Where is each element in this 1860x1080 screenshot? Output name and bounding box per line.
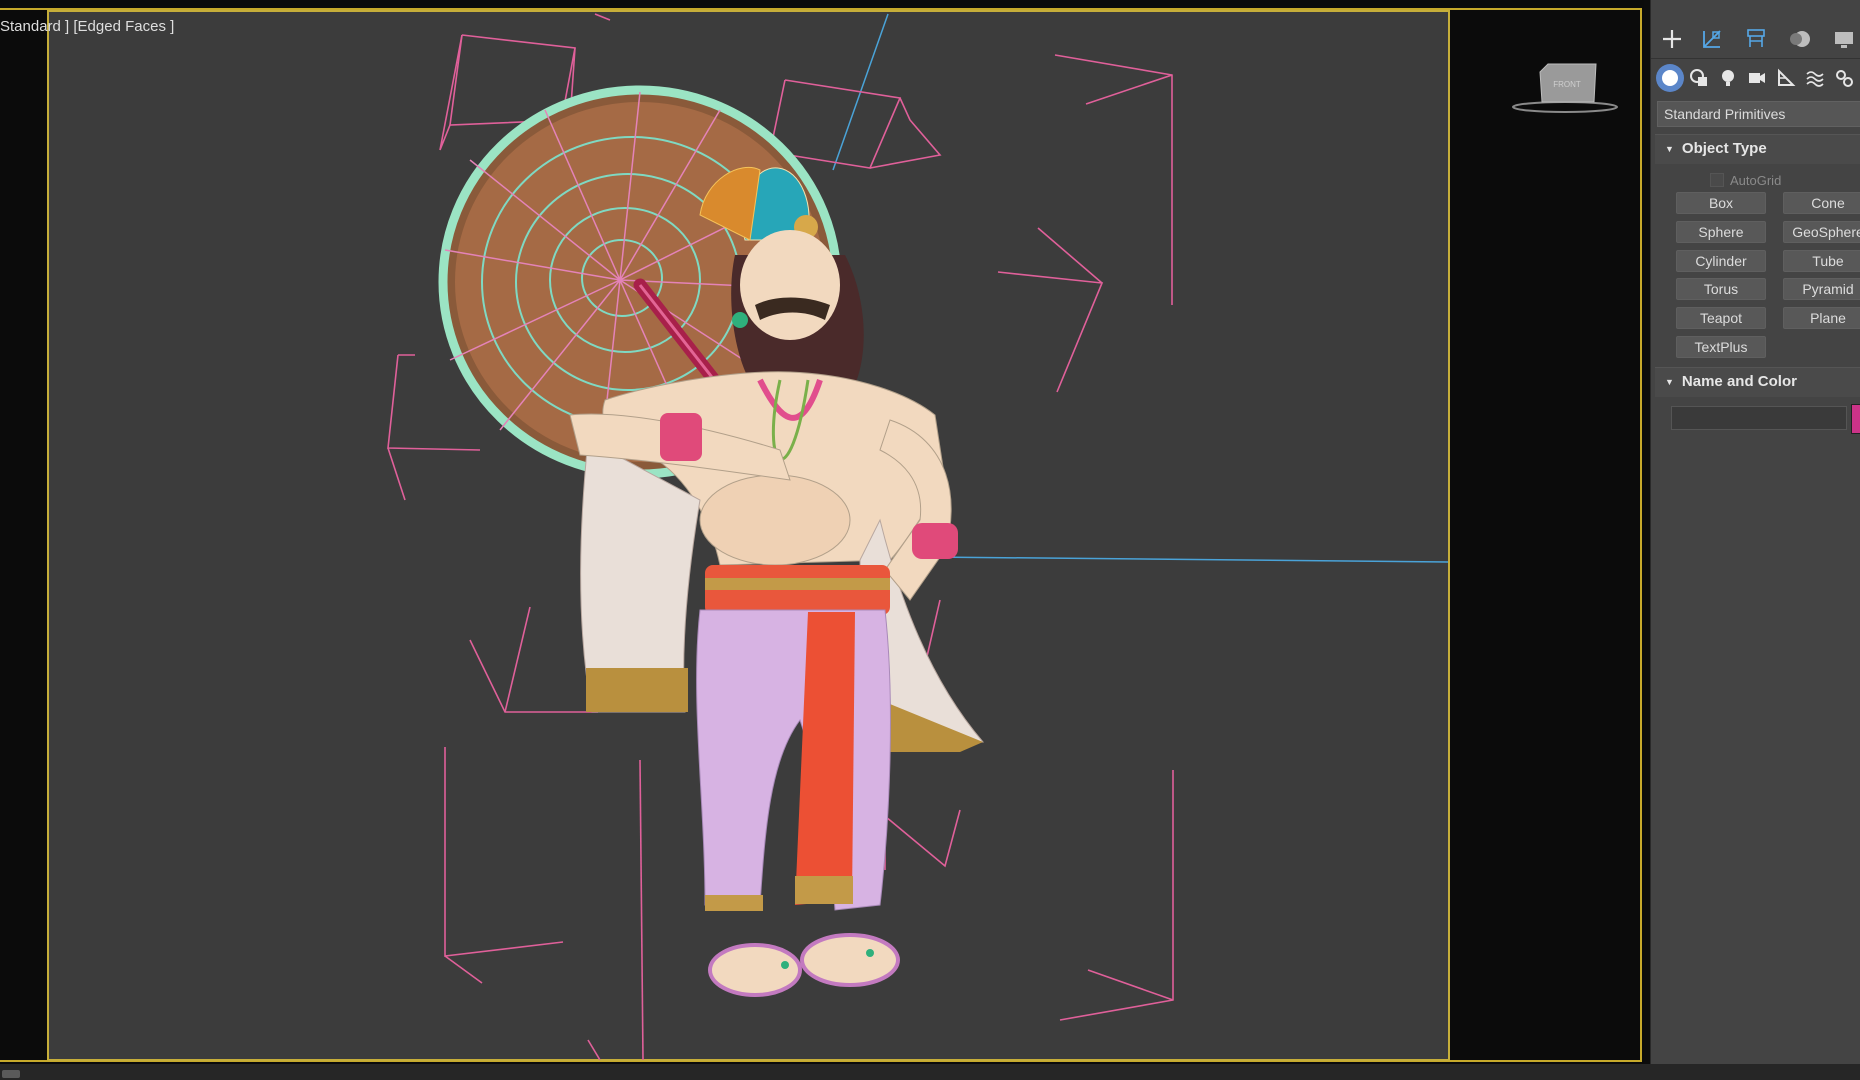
object-type-rollout: AutoGrid Box Cone Sphere GeoSphere Cylin… (1655, 164, 1860, 362)
collapse-arrow-icon: ▼ (1665, 377, 1674, 388)
helpers-icon[interactable] (1772, 64, 1800, 92)
torus-button[interactable]: Torus (1676, 278, 1766, 300)
status-bar (0, 1064, 1860, 1080)
geosphere-button[interactable]: GeoSphere (1783, 221, 1860, 243)
shapes-icon[interactable] (1685, 64, 1713, 92)
object-color-swatch[interactable] (1851, 404, 1860, 434)
create-icon[interactable] (1659, 26, 1685, 52)
create-category-tabs (1651, 60, 1860, 96)
hierarchy-icon[interactable] (1743, 26, 1769, 52)
geometry-icon[interactable] (1656, 64, 1684, 92)
cylinder-button[interactable]: Cylinder (1676, 250, 1766, 272)
collapse-arrow-icon: ▼ (1665, 144, 1674, 155)
viewcube-widget[interactable]: FRONT (1512, 60, 1618, 116)
viewport-label[interactable]: Standard ] [Edged Faces ] (0, 18, 174, 35)
command-panel: Standard Primitives ▼ Object Type AutoGri… (1650, 0, 1860, 1064)
name-and-color-rollout-header[interactable]: ▼ Name and Color (1655, 367, 1860, 397)
systems-icon[interactable] (1830, 64, 1858, 92)
pyramid-button[interactable]: Pyramid (1783, 278, 1860, 300)
teapot-button[interactable]: Teapot (1676, 307, 1766, 329)
perspective-viewport[interactable]: Standard ] [Edged Faces ] FRONT (0, 0, 1644, 1064)
modify-icon[interactable] (1699, 26, 1725, 52)
tube-button[interactable]: Tube (1783, 250, 1860, 272)
space-warps-icon[interactable] (1801, 64, 1829, 92)
textplus-button[interactable]: TextPlus (1676, 336, 1766, 358)
viewcube-face-label: FRONT (1553, 80, 1581, 89)
object-type-title: Object Type (1681, 140, 1767, 157)
cone-button[interactable]: Cone (1783, 192, 1860, 214)
box-button[interactable]: Box (1676, 192, 1766, 214)
name-and-color-title: Name and Color (1681, 373, 1797, 390)
motion-icon[interactable] (1787, 26, 1813, 52)
status-bar-handle[interactable] (2, 1070, 20, 1078)
checkbox-icon (1710, 173, 1724, 187)
category-dropdown[interactable]: Standard Primitives (1657, 101, 1860, 127)
object-type-rollout-header[interactable]: ▼ Object Type (1655, 134, 1860, 164)
sphere-button[interactable]: Sphere (1676, 221, 1766, 243)
cameras-icon[interactable] (1743, 64, 1771, 92)
scene-render[interactable] (0, 0, 1644, 1064)
lights-icon[interactable] (1714, 64, 1742, 92)
plane-button[interactable]: Plane (1783, 307, 1860, 329)
autogrid-label: AutoGrid (1730, 173, 1782, 188)
object-name-field[interactable] (1671, 406, 1847, 430)
command-panel-main-tabs (1651, 18, 1860, 59)
autogrid-checkbox[interactable]: AutoGrid (1710, 173, 1781, 188)
display-icon[interactable] (1831, 26, 1857, 52)
